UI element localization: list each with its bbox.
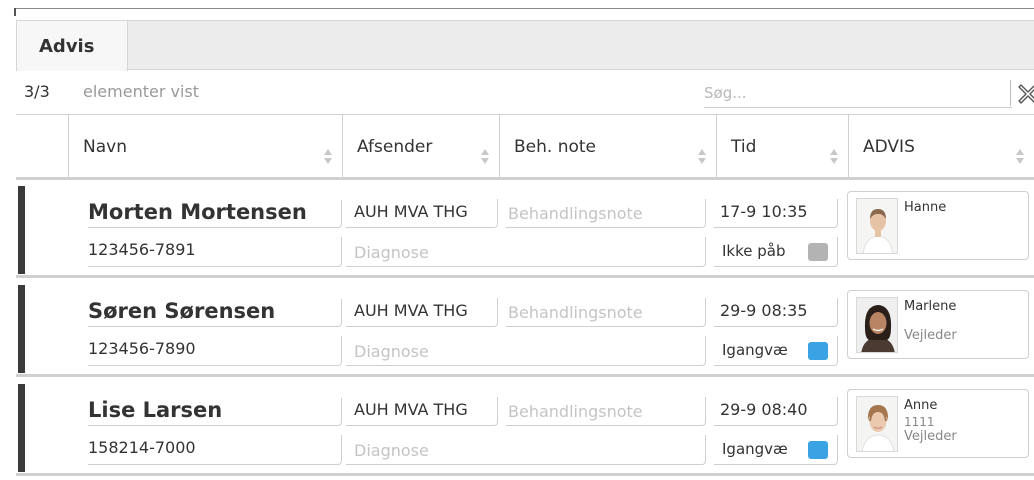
item-count-label: elementer vist [83,82,200,101]
advis-role: Vejleder [904,429,957,444]
sort-icon [481,149,489,167]
row-indicator-bar [18,384,25,472]
diagnosis-input[interactable] [354,437,694,463]
column-header-advis[interactable]: ADVIS [848,115,1034,178]
diagnosis-cell [346,237,706,267]
patient-name: Morten Mortensen [88,200,342,228]
time-field: 29-9 08:35 [714,298,838,327]
table-row[interactable]: Søren Sørensen 123456-7890 AUH MVA THG 2… [16,281,1034,377]
patient-cpr: 123456-7891 [88,237,342,267]
treatment-note-input[interactable] [508,298,698,326]
column-header-tid[interactable]: Tid [716,115,848,178]
sort-icon [830,149,838,167]
advis-role: Vejleder [904,328,957,343]
clear-search-icon[interactable] [1016,82,1034,106]
sort-icon [698,149,706,167]
treatment-note-input[interactable] [508,199,698,227]
avatar [856,198,898,254]
sender-field: AUH MVA THG [346,397,498,426]
diagnosis-cell [346,336,706,366]
status-dropdown[interactable]: Ikke påb [714,237,838,267]
row-indicator-bar [18,186,25,274]
patient-name: Søren Sørensen [88,299,342,327]
panel-corner [14,8,16,16]
time-field: 29-9 08:40 [714,397,838,426]
status-dropdown[interactable]: Igangvæ [714,435,838,465]
treatment-note-cell [506,298,706,327]
advis-name: Marlene [904,299,957,314]
advis-card[interactable]: Hanne [847,191,1029,260]
panel-top-border [14,8,1034,9]
time-field: 17-9 10:35 [714,199,838,228]
sort-icon [324,149,332,167]
avatar [856,297,898,353]
sender-field: AUH MVA THG [346,298,498,327]
search-divider [1010,80,1011,106]
status-dropdown[interactable]: Igangvæ [714,336,838,366]
diagnosis-input[interactable] [354,239,694,265]
advis-card[interactable]: Anne 1111 Vejleder [847,389,1029,458]
avatar [856,396,898,452]
search-input[interactable] [704,78,1012,108]
sort-icon [1016,149,1024,167]
list-info-bar: 3/3 elementer vist [16,72,1034,112]
sender-field: AUH MVA THG [346,199,498,228]
diagnosis-cell [346,435,706,465]
column-header-afsender[interactable]: Afsender [342,115,499,178]
treatment-note-cell [506,397,706,426]
column-header-navn[interactable]: Navn [68,115,342,178]
advis-name: Hanne [904,200,947,215]
advis-extension: 1111 [904,415,935,429]
patient-cpr: 158214-7000 [88,435,342,465]
advis-card[interactable]: Marlene Vejleder [847,290,1029,359]
tab-bar: Advis [16,20,1034,71]
treatment-note-cell [506,199,706,228]
diagnosis-input[interactable] [354,338,694,364]
tab-advis[interactable]: Advis [16,20,128,71]
status-color-indicator [808,243,828,261]
status-color-indicator [808,342,828,360]
table-row[interactable]: Lise Larsen 158214-7000 AUH MVA THG 29-9… [16,380,1034,476]
table-row[interactable]: Morten Mortensen 123456-7891 AUH MVA THG… [16,182,1034,278]
patient-name: Lise Larsen [88,398,342,426]
item-count: 3/3 [24,82,50,101]
table-header: Navn Afsender Beh. note Tid ADVIS [16,114,1034,180]
advis-name: Anne [904,398,938,413]
status-color-indicator [808,441,828,459]
patient-cpr: 123456-7890 [88,336,342,366]
column-header-beh-note[interactable]: Beh. note [499,115,716,178]
row-indicator-bar [18,285,25,373]
treatment-note-input[interactable] [508,397,698,425]
